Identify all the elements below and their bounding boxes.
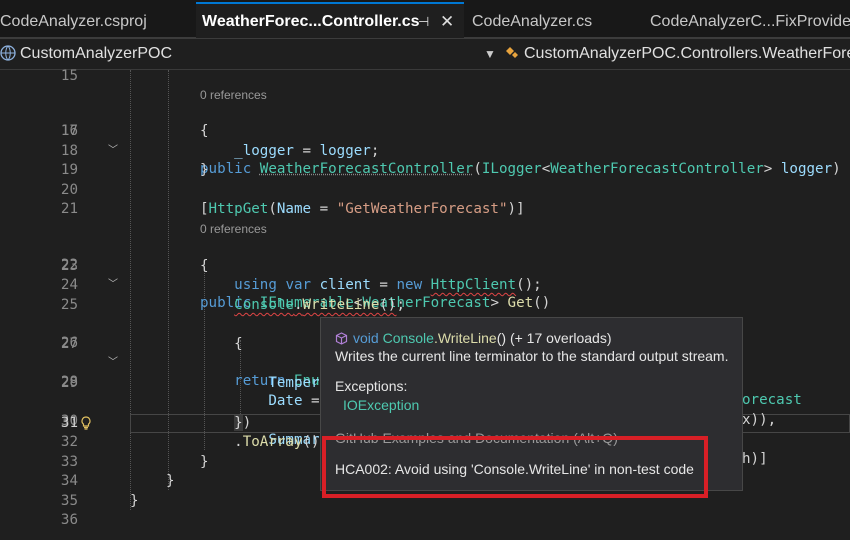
line-number: 35 [60, 493, 78, 509]
tab-codefixprovider[interactable]: CodeAnalyzerC...FixProvider.cs [646, 4, 850, 40]
class-icon [506, 47, 518, 58]
fold-chevron-icon[interactable]: ﹀ [108, 353, 118, 372]
codelens-references[interactable]: 0 references [200, 221, 267, 237]
exceptions-header: Exceptions: [335, 378, 408, 394]
method-description: Writes the current line terminator to th… [335, 348, 729, 364]
line-number: 17 [60, 123, 78, 139]
member-dropdown[interactable]: CustomAnalyzerPOC.Controllers.WeatherFor… [504, 42, 850, 66]
line-number: 36 [60, 512, 78, 528]
line-number: 33 [60, 454, 78, 470]
navigation-bar: CustomAnalyzerPOC ▼ CustomAnalyzerPOC.Co… [0, 39, 850, 70]
fold-chevron-icon[interactable]: ﹀ [108, 141, 118, 160]
line-number: 25 [60, 297, 78, 313]
line-number: 31 [60, 415, 78, 431]
project-dropdown[interactable]: CustomAnalyzerPOC [0, 42, 480, 66]
line-number: 15 [60, 68, 78, 84]
code-fragment: x)), [742, 412, 777, 428]
csharp-project-icon [0, 45, 16, 61]
close-icon[interactable]: ✕ [440, 4, 454, 38]
line-number: 27 [60, 336, 78, 352]
highlight-annotation-box [322, 436, 708, 498]
code-fragment: h)] [742, 451, 768, 467]
method-signature: void Console.WriteLine() (+ 17 overloads… [335, 330, 612, 346]
tab-label: CodeAnalyzer.cs [472, 13, 593, 30]
project-name: CustomAnalyzerPOC [20, 45, 173, 62]
pin-icon[interactable]: ⊣ [418, 4, 429, 38]
code-line: 22 ﹀ public IEnumerable<WeatherForecast>… [0, 237, 550, 311]
sig-class: Console [382, 330, 434, 346]
line-number: 23 [60, 258, 78, 274]
tab-codeanalyzer-csproj[interactable]: CodeAnalyzer.csproj [0, 4, 192, 40]
tab-weatherforecastcontroller[interactable]: WeatherForec...Controller.cs ⊣ ✕ [196, 2, 464, 38]
chevron-down-icon[interactable]: ▼ [484, 42, 496, 66]
line-number: 20 [60, 182, 78, 198]
indent-guide [130, 70, 131, 510]
member-name: CustomAnalyzerPOC.Controllers.WeatherFor… [524, 45, 850, 62]
line-number: 18 [60, 143, 78, 159]
code-fragment: orecast [742, 392, 802, 408]
line-number: 29 [60, 375, 78, 391]
sig-rest: () (+ 17 overloads) [496, 330, 612, 346]
tab-label: CodeAnalyzer.csproj [0, 13, 147, 30]
code-line: 30 Summar h)] [0, 393, 768, 467]
sig-return-type: void [353, 330, 379, 346]
codelens-references[interactable]: 0 references [200, 87, 267, 103]
fold-chevron-icon[interactable]: ﹀ [108, 275, 118, 294]
lightbulb-icon[interactable] [80, 416, 92, 430]
document-tab-bar: CodeAnalyzer.csproj WeatherForec...Contr… [0, 0, 850, 39]
line-number: 24 [60, 277, 78, 293]
code-line: 28 Date = x)), [0, 354, 776, 428]
tab-label: WeatherForec...Controller.cs [202, 13, 420, 30]
line-number: 19 [60, 162, 78, 178]
tab-codeanalyzer-cs[interactable]: CodeAnalyzer.cs [468, 4, 642, 40]
sig-method: .WriteLine [433, 330, 497, 346]
line-number: 21 [60, 201, 78, 217]
line-number: 34 [60, 473, 78, 489]
code-line: 16 ﹀ public WeatherForecastController(IL… [0, 103, 841, 177]
line-number: 32 [60, 434, 78, 450]
exception-link[interactable]: IOException [343, 397, 419, 413]
tab-label: CodeAnalyzerC...FixProvider.cs [650, 13, 850, 30]
method-cube-icon [335, 332, 348, 345]
code-line: 26 ﹀ return Enu orecast [0, 315, 802, 408]
